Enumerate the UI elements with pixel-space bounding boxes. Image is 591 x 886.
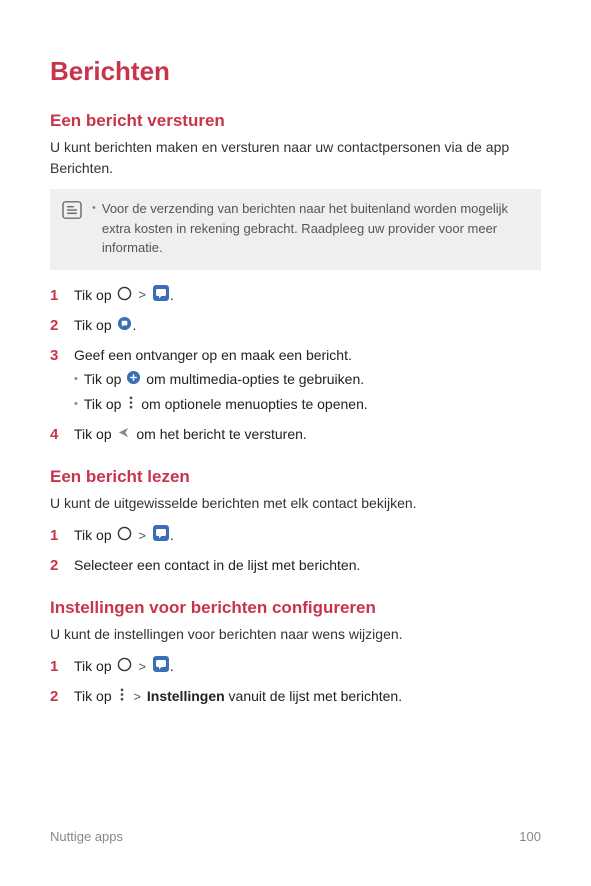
step-1-send: 1 Tik op > .: [50, 284, 541, 308]
step-number: 2: [50, 685, 64, 709]
step-text: Tik op: [74, 426, 112, 442]
step-number: 2: [50, 314, 64, 338]
sub-step-multimedia: • Tik op om multimedia-opties te gebruik…: [74, 368, 541, 391]
messages-app-icon: [153, 656, 169, 678]
step-2-settings: 2 Tik op > Instellingen vanuit de lijst …: [50, 685, 541, 709]
step-2-send: 2 Tik op .: [50, 314, 541, 338]
section-intro-read: U kunt de uitgewisselde berichten met el…: [50, 493, 541, 514]
note-bullet: •: [92, 199, 96, 219]
section-heading-read: Een bericht lezen: [50, 467, 541, 487]
note-icon: [62, 201, 82, 219]
sub-text: om multimedia-opties te gebruiken.: [146, 371, 364, 387]
sub-step-menu: • Tik op om optionele menuopties te open…: [74, 393, 541, 416]
section-intro-settings: U kunt de instellingen voor berichten na…: [50, 624, 541, 645]
sub-text: Tik op: [84, 371, 122, 387]
step-2-read: 2 Selecteer een contact in de lijst met …: [50, 554, 541, 578]
chevron-icon: >: [133, 687, 141, 708]
more-vert-icon: [117, 686, 127, 708]
period: .: [133, 317, 137, 333]
sub-text: om optionele menuopties te openen.: [141, 396, 368, 412]
section-heading-settings: Instellingen voor berichten configureren: [50, 598, 541, 618]
period: .: [170, 287, 174, 303]
step-number: 3: [50, 344, 64, 368]
chevron-icon: >: [138, 285, 146, 306]
footer-section: Nuttige apps: [50, 829, 123, 844]
step-number: 1: [50, 524, 64, 548]
sub-text: Tik op: [84, 396, 122, 412]
section-heading-send: Een bericht versturen: [50, 111, 541, 131]
plus-circle-icon: [126, 369, 141, 391]
step-text: Tik op: [74, 658, 112, 674]
step-number: 1: [50, 655, 64, 679]
step-3-send: 3 Geef een ontvanger op en maak een beri…: [50, 344, 541, 417]
note-box: • Voor de verzending van berichten naar …: [50, 189, 541, 270]
step-text: Selecteer een contact in de lijst met be…: [74, 554, 541, 576]
step-text: om het bericht te versturen.: [136, 426, 306, 442]
step-1-settings: 1 Tik op > .: [50, 655, 541, 679]
bullet-dot: •: [74, 368, 78, 390]
step-number: 1: [50, 284, 64, 308]
page-title: Berichten: [50, 56, 541, 87]
step-text: Geef een ontvanger op en maak een berich…: [74, 344, 541, 366]
step-text: Tik op: [74, 527, 112, 543]
compose-icon: [117, 315, 132, 337]
home-circle-icon: [117, 525, 132, 547]
step-text: Tik op: [74, 317, 112, 333]
period: .: [170, 527, 174, 543]
step-1-read: 1 Tik op > .: [50, 524, 541, 548]
more-vert-icon: [126, 394, 136, 416]
chevron-icon: >: [138, 657, 146, 678]
period: .: [170, 658, 174, 674]
footer-page-number: 100: [519, 829, 541, 844]
bullet-dot: •: [74, 393, 78, 415]
settings-label: Instellingen: [147, 688, 225, 704]
messages-app-icon: [153, 525, 169, 547]
send-icon: [117, 424, 132, 446]
chevron-icon: >: [138, 526, 146, 547]
step-number: 2: [50, 554, 64, 578]
step-text: Tik op: [74, 688, 112, 704]
step-number: 4: [50, 423, 64, 447]
home-circle-icon: [117, 285, 132, 307]
messages-app-icon: [153, 285, 169, 307]
step-text: Tik op: [74, 287, 112, 303]
home-circle-icon: [117, 656, 132, 678]
page-footer: Nuttige apps 100: [50, 829, 541, 844]
section-intro-send: U kunt berichten maken en versturen naar…: [50, 137, 541, 179]
step-text: vanuit de lijst met berichten.: [225, 688, 402, 704]
step-4-send: 4 Tik op om het bericht te versturen.: [50, 423, 541, 447]
note-text: Voor de verzending van berichten naar he…: [102, 199, 529, 258]
